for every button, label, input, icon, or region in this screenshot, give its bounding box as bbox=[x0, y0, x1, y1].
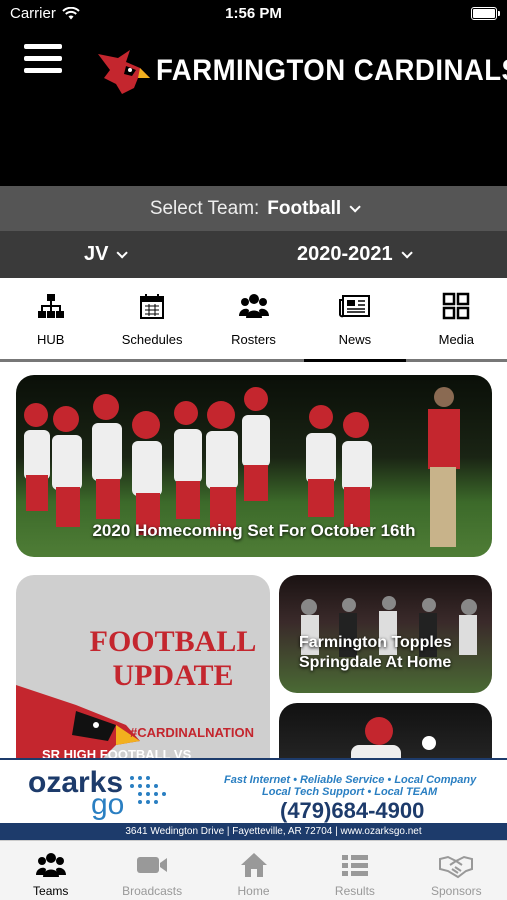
season-selector[interactable]: 2020-2021 bbox=[297, 243, 413, 266]
cardinal-graphic bbox=[16, 685, 140, 758]
team-selector[interactable]: Select Team: Football bbox=[0, 186, 507, 231]
news-caption: Farmington Topples Springdale At Home bbox=[299, 634, 452, 671]
tab-label: Media bbox=[438, 332, 475, 347]
app-header: FARMINGTON CARDINALS bbox=[0, 28, 507, 186]
chevron-down-icon bbox=[401, 246, 413, 259]
tabbar-label: Teams bbox=[33, 884, 69, 898]
sitemap-icon bbox=[37, 294, 64, 318]
grid-icon bbox=[443, 292, 470, 320]
news-card-football-update[interactable]: FOOTBALL UPDATE #CARDINALNATION SR HIGH … bbox=[16, 575, 270, 758]
news-card-homecoming[interactable]: 2020 Homecoming Set For October 16th bbox=[16, 375, 492, 557]
header-title: FARMINGTON CARDINALS bbox=[156, 54, 507, 87]
news-card-player[interactable] bbox=[279, 703, 492, 758]
tabbar-label: Home bbox=[237, 884, 270, 898]
team-selector-value: Football bbox=[267, 197, 342, 219]
filter-row: JV 2020-2021 bbox=[0, 231, 507, 278]
ad-address: 3641 Wedington Drive | Fayetteville, AR … bbox=[0, 823, 507, 840]
tabbar-home[interactable]: Home bbox=[203, 841, 304, 900]
users-icon bbox=[35, 853, 66, 877]
sponsor-banner[interactable]: ozarks go Fast Internet • Reliable Servi… bbox=[0, 758, 507, 840]
active-tab-indicator bbox=[304, 359, 406, 362]
section-tabs: HUB Schedules Rosters News Media bbox=[0, 278, 507, 362]
ad-brand-go: go bbox=[91, 788, 125, 821]
tabbar-broadcasts[interactable]: Broadcasts bbox=[101, 841, 202, 900]
tab-label: Rosters bbox=[231, 332, 276, 347]
level-value: JV bbox=[84, 243, 109, 265]
tab-label: Schedules bbox=[121, 332, 183, 347]
tab-news[interactable]: News bbox=[304, 278, 405, 359]
tab-rosters[interactable]: Rosters bbox=[203, 278, 304, 359]
level-selector[interactable]: JV bbox=[84, 243, 129, 266]
tab-label: News bbox=[338, 332, 372, 347]
tabbar-results[interactable]: Results bbox=[304, 841, 405, 900]
tab-label: HUB bbox=[36, 332, 65, 347]
cardinal-logo bbox=[98, 50, 150, 94]
calendar-icon bbox=[140, 294, 165, 319]
news-caption: 2020 Homecoming Set For October 16th bbox=[92, 521, 416, 540]
tab-schedules[interactable]: Schedules bbox=[101, 278, 202, 359]
ad-phone: (479)684-4900 bbox=[280, 798, 425, 823]
tabbar-teams[interactable]: Teams bbox=[0, 841, 101, 900]
home-icon bbox=[240, 853, 267, 877]
list-icon bbox=[341, 855, 368, 876]
ad-tagline-2: Local Tech Support • Local TEAM bbox=[262, 786, 438, 798]
tab-media[interactable]: Media bbox=[406, 278, 507, 359]
season-value: 2020-2021 bbox=[297, 243, 393, 265]
video-camera-icon bbox=[137, 857, 168, 873]
ad-tagline: Fast Internet • Reliable Service • Local… bbox=[224, 774, 477, 786]
tabbar-label: Broadcasts bbox=[122, 884, 183, 898]
news-photo bbox=[351, 717, 436, 758]
news-feed: 2020 Homecoming Set For October 16th FOO… bbox=[0, 365, 507, 758]
team-selector-label: Select Team: bbox=[149, 197, 260, 219]
newspaper-icon bbox=[338, 295, 370, 318]
tabbar-label: Results bbox=[334, 884, 375, 898]
battery-icon bbox=[471, 7, 500, 20]
bottom-tab-bar: Teams Broadcasts Home Results Sponsors bbox=[0, 840, 507, 900]
chevron-down-icon bbox=[349, 200, 361, 213]
tab-hub[interactable]: HUB bbox=[0, 278, 101, 359]
handshake-icon bbox=[439, 855, 474, 879]
hamburger-menu-icon[interactable] bbox=[24, 44, 62, 74]
news-card-topples[interactable]: Farmington Topples Springdale At Home bbox=[279, 575, 492, 693]
clock: 1:56 PM bbox=[225, 5, 282, 22]
users-icon bbox=[238, 294, 269, 318]
ad-dots-graphic bbox=[130, 776, 166, 804]
chevron-down-icon bbox=[116, 246, 129, 259]
news-hashtag: #CARDINALNATION bbox=[130, 725, 254, 740]
news-subtitle: SR HIGH FOOTBALL VS bbox=[42, 747, 192, 758]
status-bar: Carrier 1:56 PM bbox=[0, 0, 507, 28]
tabbar-label: Sponsors bbox=[430, 884, 482, 898]
tabbar-sponsors[interactable]: Sponsors bbox=[406, 841, 507, 900]
